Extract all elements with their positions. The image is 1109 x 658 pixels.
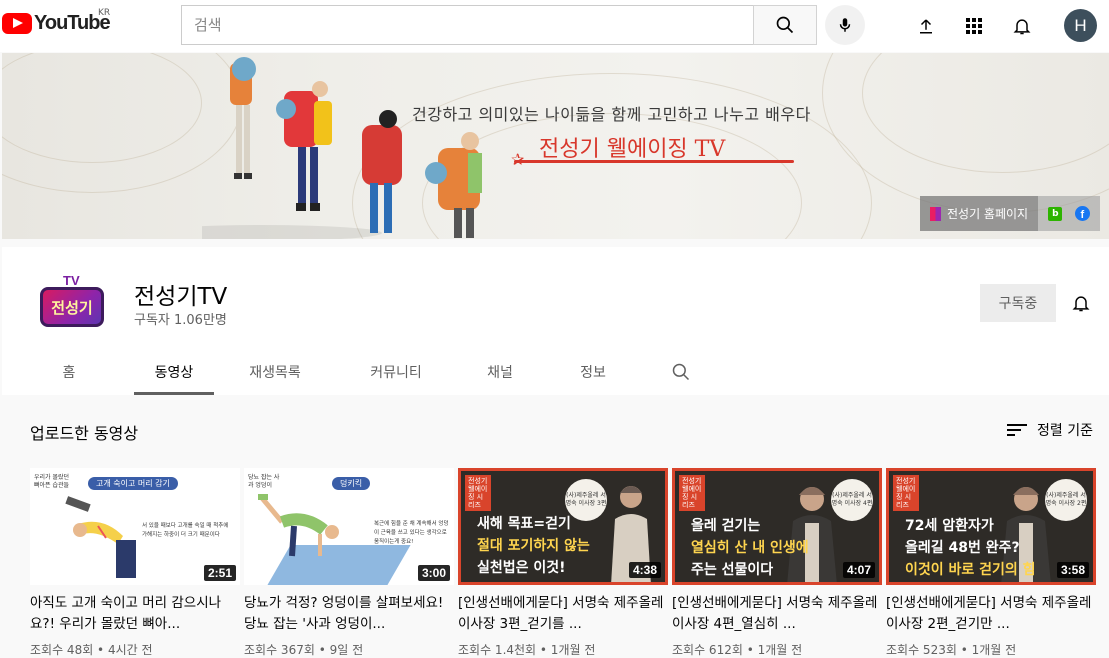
- homepage-icon: [930, 206, 941, 221]
- notifications-button[interactable]: [1006, 10, 1038, 42]
- banner-underline: [514, 160, 794, 163]
- video-title[interactable]: 당뇨가 걱정? 엉덩이를 살펴보세요! 당뇨 잡는 '사과 엉덩이...: [244, 593, 454, 635]
- thumbnail-pill: 고개 숙이고 머리 감기: [88, 477, 178, 490]
- tab-community[interactable]: 커뮤니티: [336, 349, 456, 395]
- channel-header: TV 전성기 전성기TV 구독자 1.06만명 구독중 홈 동영상 재생목록 커…: [2, 247, 1109, 395]
- video-grid: 우리가 몰랐던 뼈아픈 습관들 고개 숙이고 머리 감기 서 있을 때보다 고개…: [30, 468, 1100, 658]
- thumbnail-line: 새해 목표=걷기: [477, 516, 571, 532]
- video-duration: 3:58: [1056, 562, 1089, 578]
- play-logo-icon: [2, 13, 32, 34]
- sort-icon: [1007, 423, 1027, 437]
- video-meta: 조회수 523회 • 1개월 전: [886, 643, 1017, 657]
- video-thumbnail[interactable]: 전성기 웰에이징 시리즈 (사)제주올레 서명숙 이사장 4편 올레 걷기는 열…: [672, 468, 882, 585]
- subscriber-count: 구독자 1.06만명: [134, 313, 227, 328]
- video-title[interactable]: [인생선배에게묻다] 서명숙 제주올레 이사장 4편_열심히 ...: [672, 593, 882, 635]
- video-item[interactable]: 전성기 웰에이징 시리즈 (사)제주올레 서명숙 이사장 2편 72세 암환자가…: [886, 468, 1096, 658]
- channel-tabs: 홈 동영상 재생목록 커뮤니티 채널 정보: [2, 349, 720, 395]
- thumbnail-badge: 당뇨 잡는 사과 엉덩이: [248, 474, 280, 489]
- channel-logo-tv: TV: [63, 273, 80, 288]
- video-meta: 조회수 48회 • 4시간 전: [30, 643, 153, 657]
- upload-button[interactable]: [910, 10, 942, 42]
- tab-playlists[interactable]: 재생목록: [214, 349, 336, 395]
- channel-banner: 건강하고 의미있는 나이듦을 함께 고민하고 나누고 배우다 ✰ 전성기 웰에이…: [2, 53, 1109, 239]
- video-item[interactable]: 전성기 웰에이징 시리즈 (사)제주올레 서명숙 이사장 3편 새해 목표=걷기…: [458, 468, 668, 658]
- channel-notification-button[interactable]: [1068, 290, 1094, 316]
- hiker-figurines-illustration: [202, 57, 482, 239]
- thumbnail-pill: 덩키킥: [332, 477, 371, 490]
- tab-videos[interactable]: 동영상: [134, 349, 214, 395]
- thumbnail-line: 올레길 48번 완주?: [905, 540, 1020, 556]
- search-icon: [776, 16, 794, 34]
- thumbnail-line: 72세 암환자가: [905, 518, 994, 534]
- banner-links: 전성기 홈페이지 b f: [920, 196, 1101, 231]
- thumbnail-badge: 우리가 몰랐던 뼈아픈 습관들: [34, 474, 70, 489]
- banner-subtitle: 건강하고 의미있는 나이듦을 함께 고민하고 나누고 배우다: [412, 105, 811, 124]
- logo-country: KR: [98, 8, 111, 18]
- voice-search-button[interactable]: [825, 5, 865, 45]
- video-duration: 4:07: [842, 562, 875, 578]
- channel-logo: TV 전성기: [40, 273, 104, 327]
- social-links: b f: [1038, 196, 1101, 231]
- search-icon: [672, 363, 690, 381]
- exercise-person-illustration: [258, 494, 339, 557]
- thumbnail-line: 열심히 산 내 인생에: [691, 540, 809, 556]
- thumbnail-badge: 전성기 웰에이징 시리즈: [679, 475, 705, 511]
- search-input[interactable]: [194, 16, 753, 34]
- channel-name: 전성기TV: [134, 284, 228, 310]
- video-title[interactable]: 아직도 고개 숙이고 머리 감으시나요?! 우리가 몰랐던 뼈아...: [30, 593, 240, 635]
- channel-avatar[interactable]: TV 전성기: [32, 263, 112, 343]
- thumbnail-line: 이것이 바로 걷기의 힘: [905, 562, 1036, 578]
- tab-about[interactable]: 정보: [544, 349, 642, 395]
- video-duration: 2:51: [203, 565, 236, 581]
- sort-button[interactable]: 정렬 기준: [1007, 420, 1093, 440]
- search-button[interactable]: [753, 5, 817, 45]
- tab-home[interactable]: 홈: [2, 349, 136, 395]
- video-thumbnail[interactable]: 전성기 웰에이징 시리즈 (사)제주올레 서명숙 이사장 2편 72세 암환자가…: [886, 468, 1096, 585]
- thumbnail-text: 복근에 힘을 준 채 계속해서 엉덩이 근육을 쓰고 있다는 생각으로 움직이는…: [374, 521, 449, 545]
- apps-icon: [966, 18, 982, 34]
- thumbnail-line: 실천법은 이것!: [477, 560, 566, 576]
- account-avatar[interactable]: H: [1064, 9, 1097, 42]
- video-item[interactable]: 우리가 몰랐던 뼈아픈 습관들 고개 숙이고 머리 감기 서 있을 때보다 고개…: [30, 468, 240, 658]
- thumbnail-line: 절대 포기하지 않는: [477, 538, 590, 554]
- facebook-icon[interactable]: f: [1074, 206, 1090, 221]
- video-duration: 4:38: [628, 562, 661, 578]
- sort-label: 정렬 기준: [1037, 423, 1093, 439]
- tab-channels[interactable]: 채널: [456, 349, 544, 395]
- thumbnail-line: 올레 걷기는: [691, 518, 761, 534]
- homepage-link[interactable]: 전성기 홈페이지: [920, 196, 1039, 231]
- video-item[interactable]: 당뇨 잡는 사과 엉덩이 덩키킥 복근에 힘을 준 채 계속해서 엉덩이 근육을…: [244, 468, 454, 658]
- section-title: 업로드한 동영상: [30, 424, 139, 443]
- naver-blog-icon[interactable]: b: [1048, 206, 1063, 221]
- bell-icon: [1013, 19, 1031, 35]
- homepage-link-label: 전성기 홈페이지: [947, 207, 1029, 221]
- video-thumbnail[interactable]: 당뇨 잡는 사과 엉덩이 덩키킥 복근에 힘을 준 채 계속해서 엉덩이 근육을…: [244, 468, 454, 585]
- video-meta: 조회수 1.4천회 • 1개월 전: [458, 643, 596, 657]
- search-box: [181, 5, 754, 45]
- subscribed-button[interactable]: 구독중: [980, 284, 1056, 322]
- upload-icon: [920, 19, 932, 34]
- mic-icon: [839, 18, 851, 32]
- channel-search-button[interactable]: [642, 349, 720, 395]
- channel-logo-text: 전성기: [51, 298, 93, 317]
- video-meta: 조회수 367회 • 9일 전: [244, 643, 364, 657]
- thumbnail-badge: 전성기 웰에이징 시리즈: [465, 475, 491, 511]
- video-title[interactable]: [인생선배에게묻다] 서명숙 제주올레 이사장 2편_걷기만 ...: [886, 593, 1096, 635]
- thumbnail-text: 서 있을 때보다 고개를 숙일 때 척추에 가해지는 하중이 더 크기 때문이다: [142, 523, 229, 538]
- woman-figure: [787, 487, 837, 582]
- apps-button[interactable]: [958, 10, 990, 42]
- video-item[interactable]: 전성기 웰에이징 시리즈 (사)제주올레 서명숙 이사장 4편 올레 걷기는 열…: [672, 468, 882, 658]
- video-title[interactable]: [인생선배에게묻다] 서명숙 제주올레 이사장 3편_걷기를 ...: [458, 593, 668, 635]
- video-thumbnail[interactable]: 전성기 웰에이징 시리즈 (사)제주올레 서명숙 이사장 3편 새해 목표=걷기…: [458, 468, 668, 585]
- banner-title: 전성기 웰에이징 TV: [539, 137, 726, 162]
- video-meta: 조회수 612회 • 1개월 전: [672, 643, 803, 657]
- thumbnail-badge: 전성기 웰에이징 시리즈: [893, 475, 919, 511]
- bell-icon: [1072, 296, 1090, 312]
- youtube-logo[interactable]: YouTube KR: [2, 8, 111, 35]
- video-thumbnail[interactable]: 우리가 몰랐던 뼈아픈 습관들 고개 숙이고 머리 감기 서 있을 때보다 고개…: [30, 468, 240, 585]
- video-duration: 3:00: [417, 565, 450, 581]
- masthead: YouTube KR H: [0, 0, 1109, 52]
- thumbnail-line: 주는 선물이다: [691, 562, 774, 578]
